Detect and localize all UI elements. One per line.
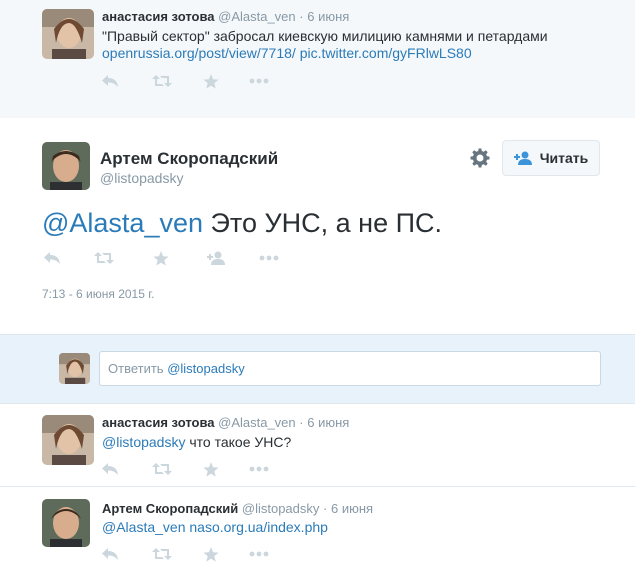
tweet-mention[interactable]: @Alasta_ven — [102, 519, 185, 535]
gear-icon — [470, 148, 490, 168]
tweet-2[interactable]: анастасия зотова @Alasta_ven · 6 июня @l… — [0, 404, 635, 486]
tweet-link[interactable]: naso.org.ua/index.php — [189, 519, 328, 535]
tweet-text: что такое УНС? — [185, 434, 292, 450]
tweet-time[interactable]: 6 июня — [307, 415, 349, 430]
avatar-zotova[interactable] — [42, 415, 94, 465]
main-author-handle[interactable]: @listopadsky — [100, 170, 183, 186]
tweet-timestamp[interactable]: 7:13 - 6 июня 2015 г. — [42, 287, 154, 301]
star-icon — [153, 250, 169, 266]
favorite-button[interactable] — [202, 545, 220, 563]
reply-icon — [102, 548, 118, 560]
retweet-icon — [94, 252, 114, 264]
star-icon — [203, 73, 219, 89]
follow-action-button[interactable] — [206, 249, 228, 267]
separator-dot: · — [299, 9, 304, 24]
more-icon — [259, 255, 279, 261]
author-handle[interactable]: @Alasta_ven — [218, 9, 296, 24]
retweet-button[interactable] — [152, 460, 172, 478]
retweet-icon — [152, 463, 172, 475]
reply-input[interactable]: Ответить @listopadsky — [99, 351, 601, 386]
tweet-time[interactable]: 6 июня — [331, 501, 373, 516]
author-name[interactable]: анастасия зотова — [102, 415, 215, 430]
tweet-mention[interactable]: @listopadsky — [102, 434, 185, 450]
more-icon — [249, 551, 269, 557]
avatar-skoropadsky[interactable] — [42, 499, 90, 547]
more-button[interactable] — [248, 460, 270, 478]
main-tweet-text: Это УНС, а не ПС. — [203, 208, 443, 238]
reply-placeholder-mention: @listopadsky — [167, 361, 245, 376]
star-icon — [203, 461, 219, 477]
reply-button[interactable] — [100, 72, 120, 90]
tweet-link[interactable]: openrussia.org/post/view/7718/ — [102, 45, 296, 61]
reply-icon — [102, 75, 118, 87]
tweet-time[interactable]: 6 июня — [307, 9, 349, 24]
reply-button[interactable] — [42, 249, 62, 267]
more-icon — [249, 466, 269, 472]
tweet-text: "Правый сектор" забросал киевскую милици… — [102, 28, 548, 44]
follow-user-icon — [513, 151, 532, 165]
favorite-button[interactable] — [202, 72, 220, 90]
retweet-button[interactable] — [152, 72, 172, 90]
more-icon — [249, 78, 269, 84]
follow-button[interactable]: Читать — [502, 140, 600, 176]
retweet-button[interactable] — [152, 545, 172, 563]
separator-dot: · — [323, 501, 328, 516]
retweet-icon — [152, 75, 172, 87]
follow-label: Читать — [539, 150, 589, 166]
reply-button[interactable] — [100, 545, 120, 563]
reply-box: Ответить @listopadsky — [0, 335, 635, 403]
avatar-image — [42, 415, 94, 465]
reply-icon — [44, 252, 60, 264]
settings-button[interactable] — [470, 148, 492, 170]
reply-button[interactable] — [100, 460, 120, 478]
current-user-avatar — [59, 353, 90, 384]
avatar-zotova[interactable] — [42, 9, 94, 59]
reply-icon — [102, 463, 118, 475]
more-button[interactable] — [248, 72, 270, 90]
author-name[interactable]: анастасия зотова — [102, 9, 215, 24]
main-mention[interactable]: @Alasta_ven — [42, 208, 203, 238]
avatar-image — [42, 499, 90, 547]
retweet-icon — [152, 548, 172, 560]
avatar-skoropadsky[interactable] — [42, 142, 90, 190]
tweet-media-link[interactable]: pic.twitter.com/gyFRlwLS80 — [300, 45, 472, 61]
follow-user-icon — [207, 251, 225, 265]
star-icon — [203, 546, 219, 562]
separator-dot: · — [299, 415, 304, 430]
avatar-image — [59, 353, 90, 384]
retweet-button[interactable] — [94, 249, 114, 267]
author-handle[interactable]: @listopadsky — [242, 501, 320, 516]
more-button[interactable] — [248, 545, 270, 563]
author-handle[interactable]: @Alasta_ven — [218, 415, 296, 430]
favorite-button[interactable] — [202, 460, 220, 478]
author-name[interactable]: Артем Скоропадский — [102, 501, 238, 516]
main-author-name[interactable]: Артем Скоропадский — [100, 149, 278, 169]
avatar-image — [42, 9, 94, 59]
main-tweet: Артем Скоропадский @listopadsky Читать @… — [0, 118, 635, 334]
avatar-image — [42, 142, 90, 190]
tweet-3[interactable]: Артем Скоропадский @listopadsky · 6 июня… — [0, 487, 635, 566]
reply-placeholder: Ответить — [108, 361, 168, 376]
more-button[interactable] — [258, 249, 280, 267]
favorite-button[interactable] — [152, 249, 170, 267]
tweet-1[interactable]: анастасия зотова @Alasta_ven · 6 июня "П… — [0, 0, 635, 105]
